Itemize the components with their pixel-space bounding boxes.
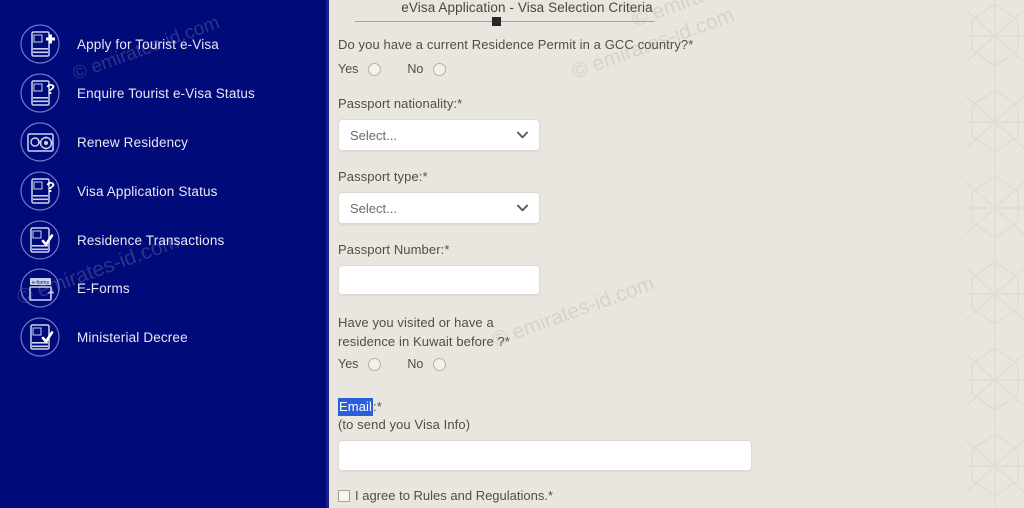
email-hint: (to send you Visa Info)	[338, 417, 471, 432]
kuwait-radio-no[interactable]: No	[407, 357, 447, 371]
kuwait-residence-label-line1: Have you visited or have a	[338, 315, 494, 330]
agreement-checkbox[interactable]	[338, 489, 350, 502]
passport-nationality-value: Select...	[350, 127, 397, 143]
required-asterisk: *	[457, 96, 463, 111]
passport-type-value: Select...	[350, 200, 397, 216]
radio-button[interactable]	[368, 357, 382, 371]
kuwait-radio-yes-label: Yes	[338, 357, 359, 371]
passport-number-input[interactable]	[338, 265, 540, 295]
document-check-icon	[20, 317, 60, 357]
radio-button[interactable]	[433, 62, 447, 76]
rules-agreement-row[interactable]: I agree to Rules and Regulations.*	[338, 488, 553, 503]
passport-number-label: Passport Number:*	[338, 239, 450, 260]
agreement-label: I agree to Rules and Regulations.*	[355, 488, 553, 503]
required-asterisk: *	[444, 242, 450, 257]
radio-button[interactable]	[433, 357, 447, 371]
sidebar-item-label: Residence Transactions	[77, 232, 225, 248]
eforms-icon	[20, 268, 60, 308]
document-question-icon	[20, 171, 60, 211]
sidebar-item-label: Enquire Tourist e-Visa Status	[77, 85, 255, 101]
passport-nationality-label: Passport nationality:*	[338, 93, 462, 114]
document-question-icon	[20, 73, 60, 113]
kuwait-question-text: residence in Kuwait before ?	[338, 334, 505, 349]
kuwait-residence-label-line2: residence in Kuwait before ?*	[338, 331, 510, 352]
passport-type-label-text: Passport type:	[338, 169, 423, 184]
sidebar-item-enquire-tourist-evisa-status[interactable]: Enquire Tourist e-Visa Status	[0, 71, 326, 115]
sidebar-item-visa-application-status[interactable]: Visa Application Status	[0, 169, 326, 213]
passport-type-label: Passport type:*	[338, 166, 428, 187]
evisa-application-page: ? e-	[0, 0, 1024, 508]
gcc-radio-no[interactable]: No	[407, 62, 447, 76]
gcc-residence-permit-radio-group[interactable]: Yes No	[338, 62, 447, 76]
page-title: eVisa Application - Visa Selection Crite…	[401, 0, 653, 15]
sidebar-item-label: E-Forms	[77, 280, 130, 296]
card-search-icon	[20, 122, 60, 162]
sidebar-item-e-forms[interactable]: E-Forms	[0, 266, 326, 310]
progress-step-marker	[492, 17, 501, 26]
sidebar-item-apply-for-tourist-evisa[interactable]: Apply for Tourist e-Visa	[0, 22, 326, 66]
email-input[interactable]	[338, 440, 752, 471]
gcc-radio-no-label: No	[407, 62, 424, 76]
gcc-radio-yes-label: Yes	[338, 62, 359, 76]
sidebar-navigation: ? e-	[0, 0, 326, 508]
visa-selection-form: eVisa Application - Visa Selection Crite…	[329, 0, 1024, 508]
chevron-down-icon	[517, 131, 528, 139]
document-check-icon	[20, 220, 60, 260]
kuwait-radio-no-label: No	[407, 357, 424, 371]
chevron-down-icon	[517, 204, 528, 212]
sidebar-item-label: Renew Residency	[77, 134, 189, 150]
sidebar-item-label: Apply for Tourist e-Visa	[77, 36, 219, 52]
title-divider	[355, 21, 655, 22]
sidebar-item-residence-transactions[interactable]: Residence Transactions	[0, 218, 326, 262]
gcc-question-text: Do you have a current Residence Permit i…	[338, 37, 689, 52]
gcc-radio-yes[interactable]: Yes	[338, 62, 382, 76]
agreement-label-text: I agree to Rules and Regulations.	[355, 488, 548, 503]
passport-nationality-label-text: Passport nationality:	[338, 96, 458, 111]
kuwait-radio-yes[interactable]: Yes	[338, 357, 382, 371]
passport-nationality-select[interactable]: Select...	[338, 119, 540, 151]
required-asterisk: *	[504, 334, 511, 349]
gcc-residence-permit-label: Do you have a current Residence Permit i…	[338, 34, 693, 55]
required-asterisk: *	[422, 169, 428, 184]
radio-button[interactable]	[368, 62, 382, 76]
sidebar-item-renew-residency[interactable]: Renew Residency	[0, 120, 326, 164]
required-asterisk: *	[547, 488, 554, 503]
sidebar-item-ministerial-decree[interactable]: Ministerial Decree	[0, 315, 326, 359]
required-asterisk: *	[688, 37, 694, 52]
document-plus-icon	[20, 24, 60, 64]
passport-type-select[interactable]: Select...	[338, 192, 540, 224]
passport-number-label-text: Passport Number:	[338, 242, 445, 257]
sidebar-item-label: Visa Application Status	[77, 183, 218, 199]
kuwait-residence-radio-group[interactable]: Yes No	[338, 357, 447, 371]
email-label-rest: :*	[373, 399, 382, 414]
sidebar-item-label: Ministerial Decree	[77, 329, 188, 345]
